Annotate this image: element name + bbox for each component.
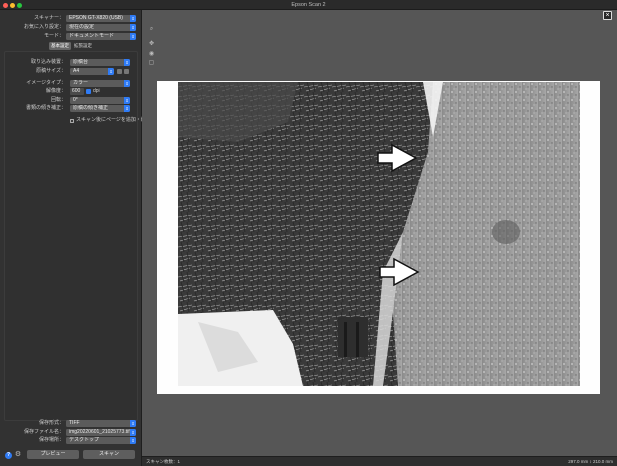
resolution-unit: dpi (93, 88, 100, 94)
size-label: 原稿サイズ： (36, 68, 66, 74)
folder-select[interactable]: デスクトップ ⇕ (66, 437, 136, 444)
scanner-select[interactable]: EPSON GT-X820 (USB) ⇕ (66, 15, 136, 22)
zoom-icon[interactable]: ⌕ (148, 26, 155, 33)
size-select[interactable]: A4 ⇕ (70, 68, 114, 75)
scan-button[interactable]: スキャン (83, 450, 135, 459)
skew-row: 書類の傾き補正： 原稿の傾き補正 ⇕ (0, 105, 142, 112)
resolution-input[interactable]: 600 (70, 88, 84, 95)
rotate-label: 回転： (50, 97, 66, 103)
chevron-updown-icon: ⇕ (124, 59, 130, 66)
image-type-label: イメージタイプ： (26, 80, 66, 86)
favorite-value: 現在の設定 (69, 24, 95, 30)
chevron-updown-icon: ⇕ (130, 24, 136, 31)
close-preview-icon[interactable]: × (603, 11, 612, 20)
filename-row: 保存ファイル名： img20220601_21025773.tif ⇕ (0, 429, 142, 436)
favorite-row: お気に入り設定： 現在の設定 ⇕ (0, 24, 142, 31)
skew-label: 書類の傾き補正： (25, 105, 66, 111)
scanned-photo-image (178, 82, 580, 386)
scanner-label: スキャナー： (33, 15, 64, 21)
size-value: A4 (73, 68, 80, 74)
chevron-updown-icon: ⇕ (130, 15, 136, 22)
settings-circle-icon[interactable]: ◉ (148, 51, 155, 58)
format-value: TIFF (69, 420, 80, 426)
favorite-label: お気に入り設定： (23, 24, 64, 30)
image-type-value: カラー (73, 80, 89, 86)
size-row: 原稿サイズ： A4 ⇕ (0, 68, 142, 75)
add-pages-checkbox[interactable] (70, 118, 74, 123)
scan-dimensions: 297.0 mm ↕ 210.0 mm (568, 459, 613, 464)
chevron-updown-icon: ⇕ (124, 80, 130, 87)
scanned-photo (178, 82, 580, 386)
filename-select[interactable]: img20220601_21025773.tif ⇕ (66, 429, 136, 436)
filename-value: img20220601_21025773.tif (69, 429, 130, 435)
mode-value: ドキュメントモード (69, 33, 115, 39)
source-label: 取り込み装置： (30, 59, 66, 65)
image-type-select[interactable]: カラー ⇕ (70, 80, 130, 87)
preview-button[interactable]: プレビュー (27, 450, 79, 459)
favorite-select[interactable]: 現在の設定 ⇕ (66, 24, 136, 31)
folder-row: 保存場所： デスクトップ ⇕ (0, 437, 142, 444)
chevron-updown-icon: ⇕ (130, 429, 136, 436)
scanner-row: スキャナー： EPSON GT-X820 (USB) ⇕ (0, 15, 142, 22)
resolution-row: 解像度： 600 dpi (0, 88, 142, 95)
add-pages-row: スキャン後にページを追加・編集 (0, 117, 151, 124)
resolution-stepper-icon[interactable] (86, 89, 91, 94)
rotate-value: 0° (73, 97, 78, 103)
chevron-updown-icon: ⇕ (124, 97, 130, 104)
scan-count: スキャン枚数：1 (146, 458, 181, 464)
folder-label: 保存場所： (38, 437, 64, 443)
marquee-icon[interactable]: ▢ (148, 60, 155, 67)
gear-icon[interactable]: ⚙ (14, 451, 22, 459)
format-select[interactable]: TIFF ⇕ (66, 420, 136, 427)
resolution-label: 解像度： (45, 88, 66, 94)
mode-select[interactable]: ドキュメントモード ⇕ (66, 33, 136, 40)
mode-label: モード： (43, 33, 64, 39)
skew-select[interactable]: 原稿の傾き補正 ⇕ (70, 105, 130, 112)
chevron-updown-icon: ⇕ (130, 420, 136, 427)
folder-value: デスクトップ (69, 437, 100, 443)
title-bar: Epson Scan 2 (0, 0, 617, 10)
chevron-updown-icon: ⇕ (130, 33, 136, 40)
tab-basic[interactable]: 基本設定 (49, 42, 71, 50)
chevron-updown-icon: ⇕ (108, 68, 114, 75)
rotate-row: 回転： 0° ⇕ (0, 97, 142, 104)
chevron-updown-icon: ⇕ (124, 105, 130, 112)
source-row: 取り込み装置： 原稿台 ⇕ (0, 59, 142, 66)
source-select[interactable]: 原稿台 ⇕ (70, 59, 130, 66)
mode-row: モード： ドキュメントモード ⇕ (0, 33, 142, 40)
format-label: 保存形式： (38, 420, 64, 426)
move-icon[interactable]: ✥ (148, 41, 155, 48)
status-bar: スキャン枚数：1 297.0 mm ↕ 210.0 mm (142, 456, 617, 466)
format-row: 保存形式： TIFF ⇕ (0, 420, 142, 427)
source-value: 原稿台 (73, 59, 89, 65)
filename-label: 保存ファイル名： (23, 429, 64, 435)
size-orientation-icon[interactable] (117, 69, 122, 74)
help-icon[interactable]: ? (5, 452, 12, 459)
scan-width: 297.0 mm (568, 458, 589, 464)
size-settings-icon[interactable] (124, 69, 129, 74)
window-title: Epson Scan 2 (291, 1, 326, 8)
image-type-row: イメージタイプ： カラー ⇕ (0, 80, 142, 87)
chevron-updown-icon: ⇕ (130, 437, 136, 444)
rotate-select[interactable]: 0° ⇕ (70, 97, 130, 104)
add-pages-label: スキャン後にページを追加・編集 (76, 117, 151, 123)
scan-height: 210.0 mm (592, 458, 613, 464)
scanner-value: EPSON GT-X820 (USB) (69, 15, 123, 21)
tab-advanced[interactable]: 拡張設定 (72, 42, 94, 50)
skew-value: 原稿の傾き補正 (73, 105, 109, 111)
